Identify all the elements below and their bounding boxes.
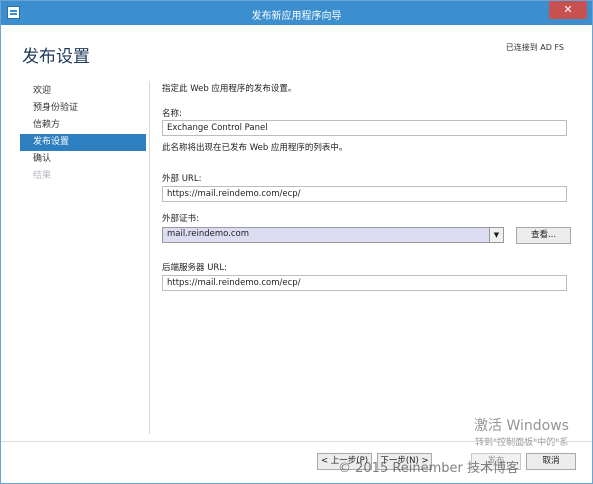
backend-url-label: 后端服务器 URL: [162,263,227,273]
name-label: 名称: [162,109,182,119]
name-input[interactable]: Exchange Control Panel [162,120,567,136]
external-cert-select[interactable]: mail.reindemo.com ▼ [162,227,504,243]
title-bar[interactable]: 发布新应用程序向导 ✕ [1,1,592,25]
wizard-steps: 欢迎 预身份验证 信赖方 发布设置 确认 结果 [20,83,146,185]
footer-divider [1,441,592,442]
backend-url-input[interactable]: https://mail.reindemo.com/ecp/ [162,275,567,291]
page-title: 发布设置 [22,47,90,67]
step-confirmation[interactable]: 确认 [20,151,146,168]
activate-windows-title: 激活 Windows [474,418,569,434]
dropdown-arrow-icon[interactable]: ▼ [489,228,503,242]
view-cert-button[interactable]: 查看... [516,227,571,244]
step-results: 结果 [33,171,52,181]
step-welcome[interactable]: 欢迎 [20,83,146,100]
settings-panel: 指定此 Web 应用程序的发布设置。 名称: Exchange Control … [149,81,575,434]
name-hint: 此名称将出现在已发布 Web 应用程序的列表中。 [162,143,348,153]
external-url-label: 外部 URL: [162,174,202,184]
window-title: 发布新应用程序向导 [251,11,342,22]
step-publishing-settings[interactable]: 发布设置 [20,134,146,151]
close-button[interactable]: ✕ [549,1,587,19]
external-cert-label: 外部证书: [162,214,199,224]
connection-status: 已连接到 AD FS [505,43,564,52]
wizard-window: 发布新应用程序向导 ✕ 发布设置 已连接到 AD FS 欢迎 预身份验证 信赖方… [0,0,593,484]
cancel-button[interactable]: 取消 [526,453,576,470]
step-preauthentication[interactable]: 预身份验证 [20,100,146,117]
external-cert-value: mail.reindemo.com [167,229,250,239]
instruction-text: 指定此 Web 应用程序的发布设置。 [162,84,297,94]
copyright-watermark: © 2015 Reinember 技术博客 [338,461,520,476]
external-url-input[interactable]: https://mail.reindemo.com/ecp/ [162,186,567,202]
step-relying-party[interactable]: 信赖方 [20,117,146,134]
